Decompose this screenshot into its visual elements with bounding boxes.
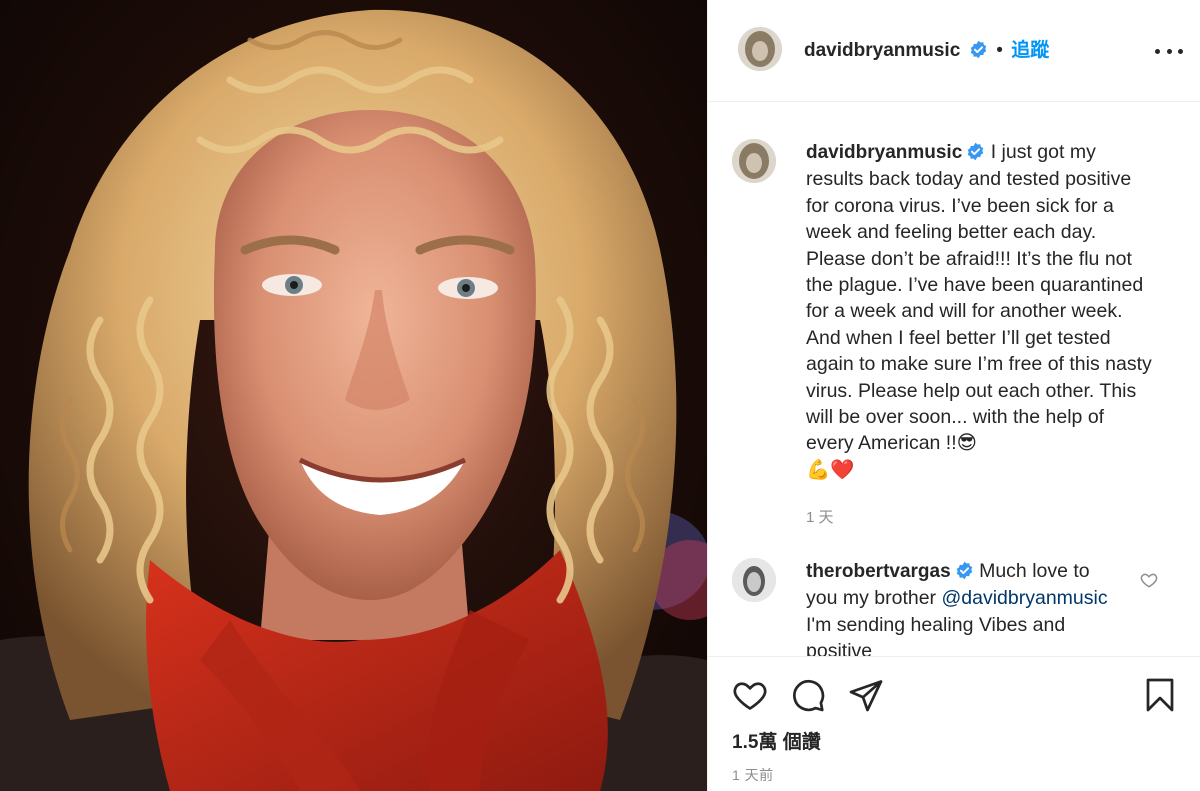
verified-badge-icon [968, 142, 984, 161]
comment-like-heart-icon[interactable] [1140, 571, 1158, 589]
comment-username[interactable]: therobertvargas [806, 561, 951, 582]
comment-text-block: therobertvargas Much love to you my brot… [806, 558, 1126, 656]
post-header: davidbryanmusic • 追蹤 [708, 0, 1200, 102]
caption-avatar[interactable] [732, 139, 776, 183]
comment-mention-link[interactable]: @davidbryanmusic [941, 587, 1107, 609]
more-dot [1155, 48, 1160, 54]
bookmark-icon[interactable] [1142, 677, 1178, 713]
caption-timestamp[interactable]: 1 天 [806, 506, 834, 527]
comment-text-continued: I'm sending healing Vibes and positive [806, 613, 1066, 656]
comment-avatar[interactable] [732, 558, 776, 602]
more-horizontal-icon[interactable] [1155, 40, 1183, 62]
avatar-image [732, 558, 776, 602]
portrait-photo [0, 9, 707, 791]
post-actions: 1.5萬 個讚 1 天前 [708, 656, 1200, 791]
caption-username[interactable]: davidbryanmusic [806, 142, 962, 163]
header-username[interactable]: davidbryanmusic [804, 40, 960, 61]
paper-plane-icon[interactable] [848, 677, 884, 713]
post-photo[interactable] [0, 0, 707, 791]
comments-list[interactable]: davidbryanmusic I just got my results ba… [708, 103, 1200, 656]
more-dot [1178, 48, 1183, 54]
separator-dot: • [996, 40, 1003, 61]
avatar-image [738, 27, 782, 71]
avatar[interactable] [738, 27, 782, 71]
muscle-heart-emoji: 💪❤️ [806, 457, 855, 481]
instagram-post: davidbryanmusic • 追蹤 davidbryanmusic I j… [0, 0, 1200, 791]
heart-icon[interactable] [732, 677, 768, 713]
header-user-line: davidbryanmusic • 追蹤 [804, 38, 1049, 65]
caption-text: I just got my results back today and tes… [806, 141, 1152, 455]
sunglasses-emoji: 😎 [956, 431, 977, 455]
post-side-panel: davidbryanmusic • 追蹤 davidbryanmusic I j… [707, 0, 1200, 791]
avatar-image [732, 139, 776, 183]
follow-button[interactable]: 追蹤 [1011, 40, 1049, 61]
post-timestamp[interactable]: 1 天前 [732, 765, 774, 785]
comment-icon[interactable] [790, 677, 826, 713]
caption-text-block: davidbryanmusic I just got my results ba… [806, 139, 1156, 483]
likes-count[interactable]: 1.5萬 個讚 [732, 727, 821, 754]
verified-badge-icon [956, 561, 972, 580]
more-dot [1166, 48, 1172, 54]
verified-badge-icon [970, 40, 986, 59]
